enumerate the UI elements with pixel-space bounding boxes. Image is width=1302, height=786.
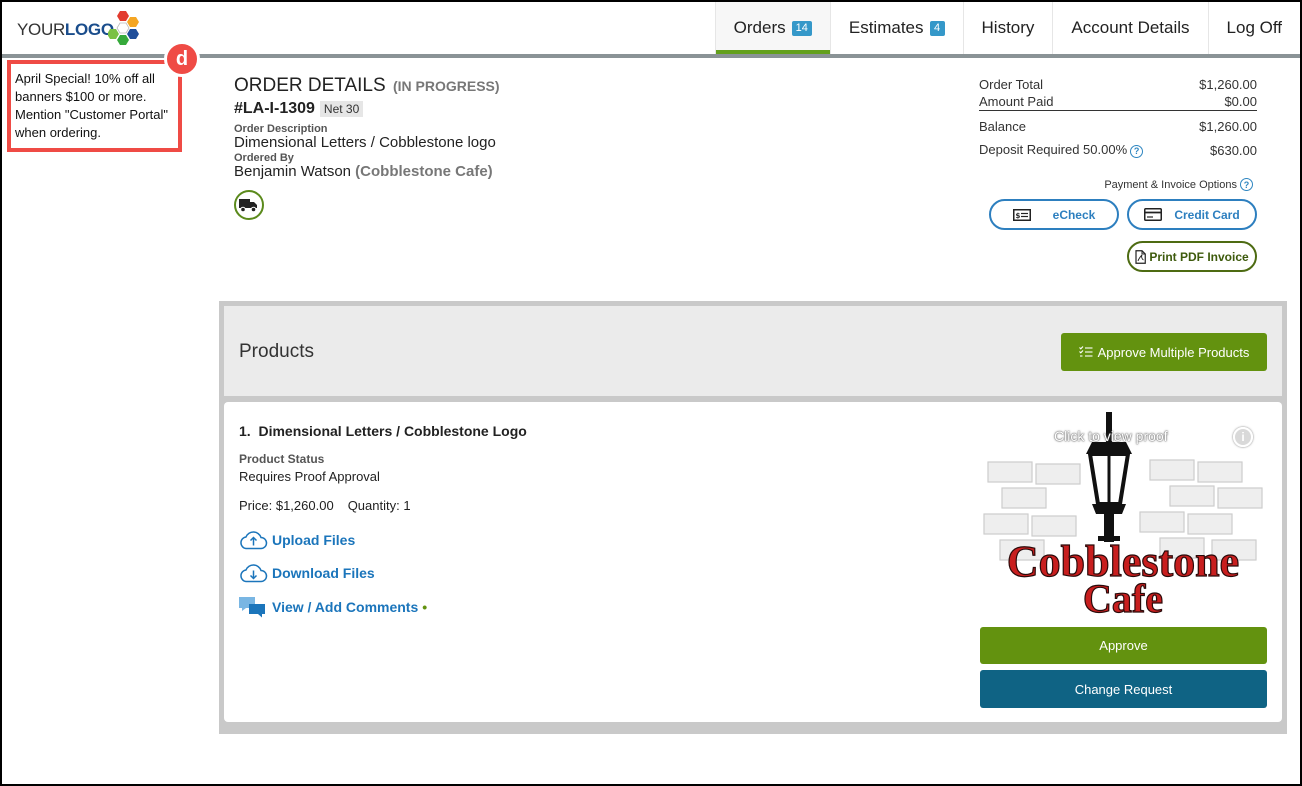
nav-history-label: History [981, 18, 1035, 37]
order-totals: Order Total $1,260.00 Amount Paid $0.00 … [979, 75, 1257, 159]
order-number-row: #LA-I-1309 Net 30 [234, 100, 364, 118]
payment-options-text: Payment & Invoice Options [1104, 178, 1237, 191]
download-files-link[interactable]: Download Files [238, 563, 375, 583]
order-description: Dimensional Letters / Cobblestone logo [234, 134, 496, 151]
nav-history[interactable]: History [962, 2, 1053, 54]
deposit-row: Deposit Required 50.00%? $630.00 [979, 141, 1257, 159]
order-total-value: $1,260.00 [1199, 76, 1257, 92]
product-status-label: Product Status [239, 452, 325, 466]
page-title: ORDER DETAILS (IN PROGRESS) [234, 75, 500, 97]
nav-orders[interactable]: Orders 14 [714, 2, 831, 54]
view-add-comments-label: View / Add Comments [272, 599, 419, 615]
product-price: Price: $1,260.00 [239, 498, 334, 513]
amount-paid-value: $0.00 [1224, 94, 1257, 109]
print-invoice-label: Print PDF Invoice [1149, 249, 1249, 264]
deposit-label: Deposit Required 50.00% [979, 142, 1128, 158]
logo-hexagon-icon [107, 11, 139, 45]
echeck-button[interactable]: $ eCheck [989, 199, 1119, 230]
payment-terms-tag: Net 30 [319, 101, 364, 117]
orders-count-badge: 14 [791, 20, 812, 36]
cloud-download-icon [240, 564, 268, 583]
ordered-by: Benjamin Watson (Cobblestone Cafe) [234, 163, 493, 180]
nav-orders-label: Orders [733, 18, 786, 37]
upload-files-link[interactable]: Upload Files [238, 530, 355, 550]
estimates-count-badge: 4 [929, 20, 945, 36]
comments-indicator-dot: • [422, 599, 428, 615]
balance-row: Balance $1,260.00 [979, 117, 1257, 135]
promo-text: April Special! 10% off all banners $100 … [15, 71, 169, 140]
order-total-row: Order Total $1,260.00 [979, 75, 1257, 93]
logo-text-your: YOUR [17, 20, 65, 39]
ordered-by-company: (Cobblestone Cafe) [355, 163, 493, 180]
app-frame: YOURLOGO Orders 14 Estimates 4 History [0, 0, 1302, 786]
top-header: YOURLOGO Orders 14 Estimates 4 History [2, 2, 1300, 54]
approve-multiple-products-button[interactable]: Approve Multiple Products [1061, 333, 1267, 371]
deposit-label-wrap: Deposit Required 50.00%? [979, 142, 1144, 158]
nav-account-label: Account Details [1071, 18, 1190, 37]
amount-paid-row: Amount Paid $0.00 [979, 93, 1257, 111]
approve-multiple-label: Approve Multiple Products [1097, 344, 1250, 360]
proof-text-cafe: Cafe [1083, 576, 1163, 617]
product-name: 1. Dimensional Letters / Cobblestone Log… [239, 423, 527, 439]
ordered-by-name: Benjamin Watson [234, 163, 351, 180]
products-title: Products [239, 341, 314, 362]
promo-callout-badge: d [164, 41, 200, 77]
deposit-value: $630.00 [1210, 142, 1257, 158]
nav-logoff-label: Log Off [1226, 18, 1282, 37]
download-files-label: Download Files [272, 565, 375, 581]
main-nav: Orders 14 Estimates 4 History Account De… [714, 2, 1300, 54]
nav-account-details[interactable]: Account Details [1052, 2, 1207, 54]
product-quantity: Quantity: 1 [347, 498, 411, 513]
product-status: Requires Proof Approval [239, 469, 380, 484]
promo-box: April Special! 10% off all banners $100 … [7, 60, 182, 152]
order-status: (IN PROGRESS) [392, 78, 500, 94]
info-icon[interactable]: i [1233, 427, 1253, 447]
credit-card-label: Credit Card [1174, 207, 1240, 222]
product-price-row: Price: $1,260.00 Quantity: 1 [239, 498, 425, 513]
cloud-upload-icon [240, 531, 268, 550]
order-number: #LA-I-1309 [234, 100, 315, 117]
nav-log-off[interactable]: Log Off [1207, 2, 1300, 54]
approve-button[interactable]: Approve [980, 627, 1267, 664]
view-add-comments-link[interactable]: View / Add Comments • [238, 595, 427, 619]
brand-logo[interactable]: YOUR LOGO [17, 10, 144, 50]
order-details-heading: ORDER DETAILS [234, 75, 386, 96]
balance-value: $1,260.00 [1199, 118, 1257, 134]
echeck-label: eCheck [1052, 207, 1096, 222]
upload-files-label: Upload Files [272, 532, 356, 548]
amount-paid-label: Amount Paid [979, 94, 1054, 109]
nav-estimates[interactable]: Estimates 4 [829, 2, 963, 54]
change-request-button[interactable]: Change Request [980, 670, 1267, 708]
approve-label: Approve [1099, 638, 1148, 653]
change-request-label: Change Request [1074, 681, 1173, 697]
svg-text:$: $ [1015, 212, 1020, 220]
proof-caption: Click to view proof [1054, 428, 1168, 444]
payment-help-icon[interactable]: ? [1240, 178, 1253, 191]
check-icon: $ [1012, 208, 1031, 221]
deposit-help-icon[interactable]: ? [1130, 144, 1144, 158]
checklist-icon [1078, 346, 1093, 357]
comments-icon [239, 597, 265, 618]
print-pdf-invoice-button[interactable]: Print PDF Invoice [1127, 241, 1257, 272]
balance-label: Balance [979, 118, 1026, 134]
pdf-icon [1135, 249, 1147, 264]
nav-estimates-label: Estimates [848, 18, 924, 37]
shipping-truck-icon [234, 190, 264, 220]
order-total-label: Order Total [979, 76, 1044, 92]
credit-card-button[interactable]: Credit Card [1127, 199, 1257, 230]
payment-options-label: Payment & Invoice Options? [1104, 178, 1253, 191]
credit-card-icon [1144, 208, 1163, 221]
logo-text-logo: LOGO [64, 20, 114, 39]
